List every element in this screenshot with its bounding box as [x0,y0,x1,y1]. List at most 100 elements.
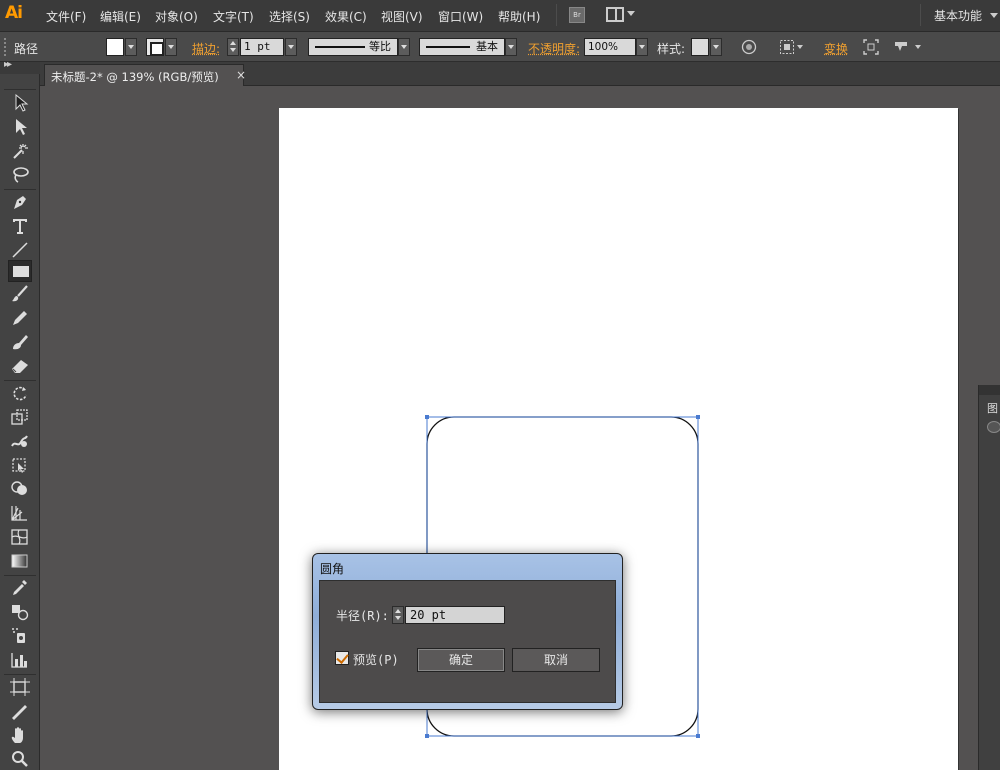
graphic-style-dropdown[interactable] [710,38,722,56]
menu-effect[interactable]: 效果(C) [325,8,367,25]
opacity-field[interactable]: 100% [584,38,636,56]
scale-tool-icon[interactable] [8,406,32,428]
app-logo: Ai [5,3,31,27]
radius-input[interactable]: 20 pt [405,606,505,624]
fill-dropdown[interactable] [125,38,137,56]
panel-options-icon[interactable] [893,39,909,55]
tools-panel: ▸▸ [0,62,40,770]
anchor-point [696,415,700,419]
opacity-label[interactable]: 不透明度: [528,40,580,57]
document-tab[interactable]: 未标题-2* @ 139% (RGB/预览) × [44,64,244,86]
mesh-tool-icon[interactable] [8,526,32,548]
isolate-group-icon[interactable] [863,39,879,55]
chevron-down-icon [627,11,635,16]
direct-selection-tool-icon[interactable] [8,116,32,138]
artboard-tool-icon[interactable] [8,676,32,698]
perspective-grid-tool-icon[interactable] [8,502,32,524]
control-bar: 路径 描边: 1 pt 等比 基本 不透明度: 100% 样式: 变换 [0,32,1000,62]
lasso-tool-icon[interactable] [8,164,32,186]
chevron-down-icon[interactable] [990,13,998,18]
blend-tool-icon[interactable] [8,601,32,623]
graphic-style-swatch[interactable] [691,38,709,56]
anchor-point [425,734,429,738]
menu-help[interactable]: 帮助(H) [498,8,540,25]
menu-separator [920,4,921,26]
menu-file[interactable]: 文件(F) [46,8,86,25]
radius-label: 半径(R): [336,607,389,624]
rectangle-tool-icon[interactable] [8,260,32,282]
close-icon[interactable]: × [236,68,246,82]
collapsed-panel-dock: 图 [978,385,1000,770]
type-tool-icon[interactable] [8,215,32,237]
menu-window[interactable]: 窗口(W) [438,8,483,25]
menu-separator [556,4,557,26]
brush-profile-label: 基本 [476,39,498,55]
stroke-dropdown[interactable] [165,38,177,56]
arrange-documents-button[interactable] [606,7,634,23]
anchor-point [696,734,700,738]
zoom-tool-icon[interactable] [8,748,32,770]
variable-width-label: 等比 [369,39,391,55]
menu-view[interactable]: 视图(V) [381,8,423,25]
menu-type[interactable]: 文字(T) [213,8,254,25]
chevron-down-icon[interactable] [797,45,803,49]
tool-separator [4,89,36,90]
eyedropper-tool-icon[interactable] [8,577,32,599]
fill-swatch[interactable] [106,38,124,56]
layout-icon [606,7,624,22]
preview-checkbox[interactable] [335,651,349,665]
pencil-tool-icon[interactable] [8,307,32,329]
free-transform-tool-icon[interactable] [8,454,32,476]
eraser-tool-icon[interactable] [8,355,32,377]
recolor-artwork-icon[interactable] [741,39,757,55]
stroke-line-icon [315,46,365,48]
gradient-tool-icon[interactable] [8,550,32,572]
tool-separator [4,189,36,190]
hand-tool-icon[interactable] [8,724,32,746]
preview-label[interactable]: 预览(P) [353,651,399,668]
bridge-button[interactable]: Br [569,7,585,23]
selection-tool-icon[interactable] [8,92,32,114]
chevron-down-icon[interactable] [915,45,921,49]
stroke-weight-stepper[interactable] [227,38,239,56]
shape-builder-tool-icon[interactable] [8,478,32,500]
variable-width-dropdown[interactable] [398,38,410,56]
style-label: 样式: [657,40,685,57]
opacity-dropdown[interactable] [636,38,648,56]
stroke-label[interactable]: 描边: [192,40,220,57]
align-icon[interactable] [779,39,795,55]
rotate-tool-icon[interactable] [8,382,32,404]
radius-stepper[interactable] [392,606,404,624]
menu-object[interactable]: 对象(O) [155,8,198,25]
stroke-weight-field[interactable]: 1 pt [240,38,284,56]
transform-label[interactable]: 变换 [824,40,848,57]
column-graph-tool-icon[interactable] [8,649,32,671]
eye-icon[interactable] [987,421,1000,433]
magic-wand-tool-icon[interactable] [8,140,32,162]
slice-tool-icon[interactable] [8,700,32,722]
selection-type-label: 路径 [14,40,38,57]
document-tab-label: 未标题-2* @ 139% (RGB/预览) [51,69,219,85]
variable-width-profile[interactable]: 等比 [308,38,398,56]
line-segment-tool-icon[interactable] [8,239,32,261]
menu-select[interactable]: 选择(S) [269,8,310,25]
blob-brush-tool-icon[interactable] [8,331,32,353]
tools-panel-header[interactable]: ▸▸ [0,62,40,74]
cancel-button[interactable]: 取消 [512,648,600,672]
stroke-weight-dropdown[interactable] [285,38,297,56]
grip-icon [4,38,6,56]
brush-definition[interactable]: 基本 [419,38,505,56]
menu-edit[interactable]: 编辑(E) [100,8,141,25]
pen-tool-icon[interactable] [8,191,32,213]
workspace-switcher[interactable]: 基本功能 [934,7,982,24]
panel-dock-header[interactable] [979,385,1000,395]
warp-tool-icon[interactable] [8,430,32,452]
paintbrush-tool-icon[interactable] [8,283,32,305]
stroke-swatch[interactable] [146,38,164,56]
anchor-point [425,415,429,419]
brush-definition-dropdown[interactable] [505,38,517,56]
layers-panel-tab[interactable]: 图 [987,400,998,416]
symbol-sprayer-tool-icon[interactable] [8,625,32,647]
ok-button[interactable]: 确定 [417,648,505,672]
tool-separator [4,674,36,675]
